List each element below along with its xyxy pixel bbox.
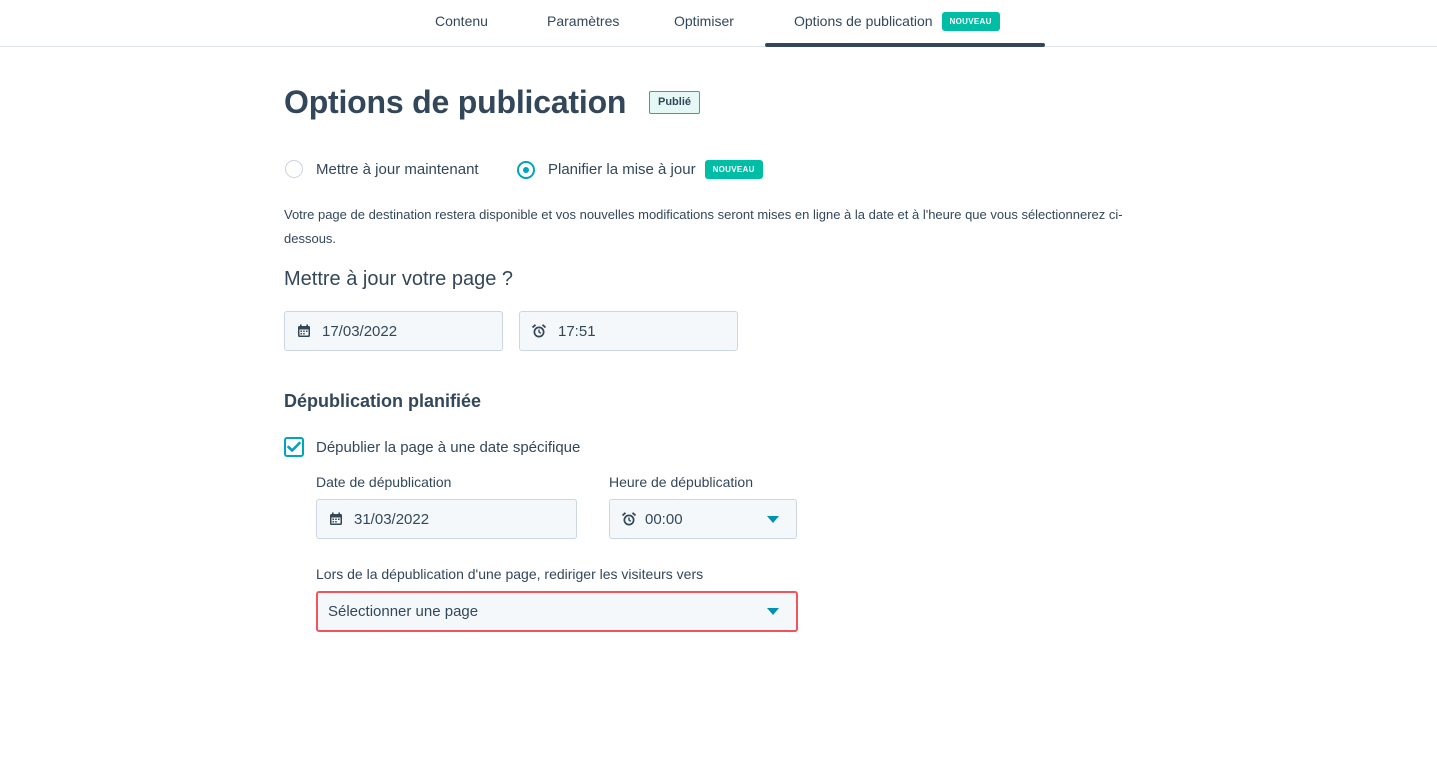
- calendar-icon: [296, 323, 312, 339]
- unpublish-checkbox-label: Dépublier la page à une date spécifique: [316, 438, 581, 456]
- radio-button[interactable]: [285, 160, 303, 178]
- radio-schedule-update[interactable]: Planifier la mise à jour NOUVEAU: [517, 160, 763, 179]
- update-time-input[interactable]: 17:51: [519, 311, 738, 351]
- redirect-label: Lors de la dépublication d'une page, red…: [316, 566, 704, 582]
- calendar-icon: [328, 511, 344, 527]
- unpublish-date-label: Date de dépublication: [316, 474, 452, 490]
- status-badge: Publié: [649, 91, 701, 114]
- unpublish-time-value: 00:00: [645, 510, 683, 528]
- unpublish-time-select[interactable]: 00:00: [609, 499, 797, 539]
- redirect-page-select[interactable]: Sélectionner une page: [316, 591, 798, 632]
- tab-label: Options de publication: [794, 13, 933, 29]
- radio-button[interactable]: [517, 160, 535, 179]
- tab-label: Paramètres: [547, 13, 620, 29]
- tab-options-publication[interactable]: Options de publication NOUVEAU: [794, 0, 1000, 46]
- tab-label: Optimiser: [674, 13, 734, 29]
- tab-contenu[interactable]: Contenu: [435, 0, 488, 46]
- tab-label: Contenu: [435, 13, 488, 29]
- new-badge: NOUVEAU: [941, 12, 1000, 31]
- checkmark-icon: [287, 441, 301, 452]
- alarm-clock-icon: [621, 511, 637, 527]
- unpublish-date-input[interactable]: 31/03/2022: [316, 499, 577, 539]
- radio-update-now[interactable]: Mettre à jour maintenant: [285, 160, 479, 178]
- unpublish-date-value: 31/03/2022: [354, 510, 430, 528]
- radio-label: Mettre à jour maintenant: [316, 160, 479, 178]
- unpublish-time-label: Heure de dépublication: [609, 474, 753, 490]
- unpublish-section-title: Dépublication planifiée: [284, 391, 482, 411]
- update-date-input[interactable]: 17/03/2022: [284, 311, 503, 351]
- update-section-title: Mettre à jour votre page ?: [284, 268, 514, 290]
- update-date-value: 17/03/2022: [322, 322, 398, 340]
- schedule-description: Votre page de destination restera dispon…: [284, 207, 1123, 246]
- alarm-clock-icon: [531, 323, 547, 339]
- unpublish-checkbox[interactable]: [284, 437, 304, 457]
- radio-label: Planifier la mise à jour: [548, 161, 696, 178]
- active-tab-indicator: [765, 43, 1045, 47]
- redirect-placeholder: Sélectionner une page: [328, 603, 479, 620]
- tab-parametres[interactable]: Paramètres: [547, 0, 619, 46]
- page-title: Options de publication: [284, 84, 627, 120]
- tab-bar: Contenu Paramètres Optimiser Options de …: [0, 0, 1437, 47]
- new-badge: NOUVEAU: [704, 160, 763, 179]
- caret-down-icon: [767, 516, 779, 523]
- unpublish-checkbox-row[interactable]: Dépublier la page à une date spécifique: [284, 437, 580, 457]
- caret-down-icon: [767, 608, 779, 615]
- tab-optimiser[interactable]: Optimiser: [674, 0, 734, 46]
- update-time-value: 17:51: [558, 322, 596, 340]
